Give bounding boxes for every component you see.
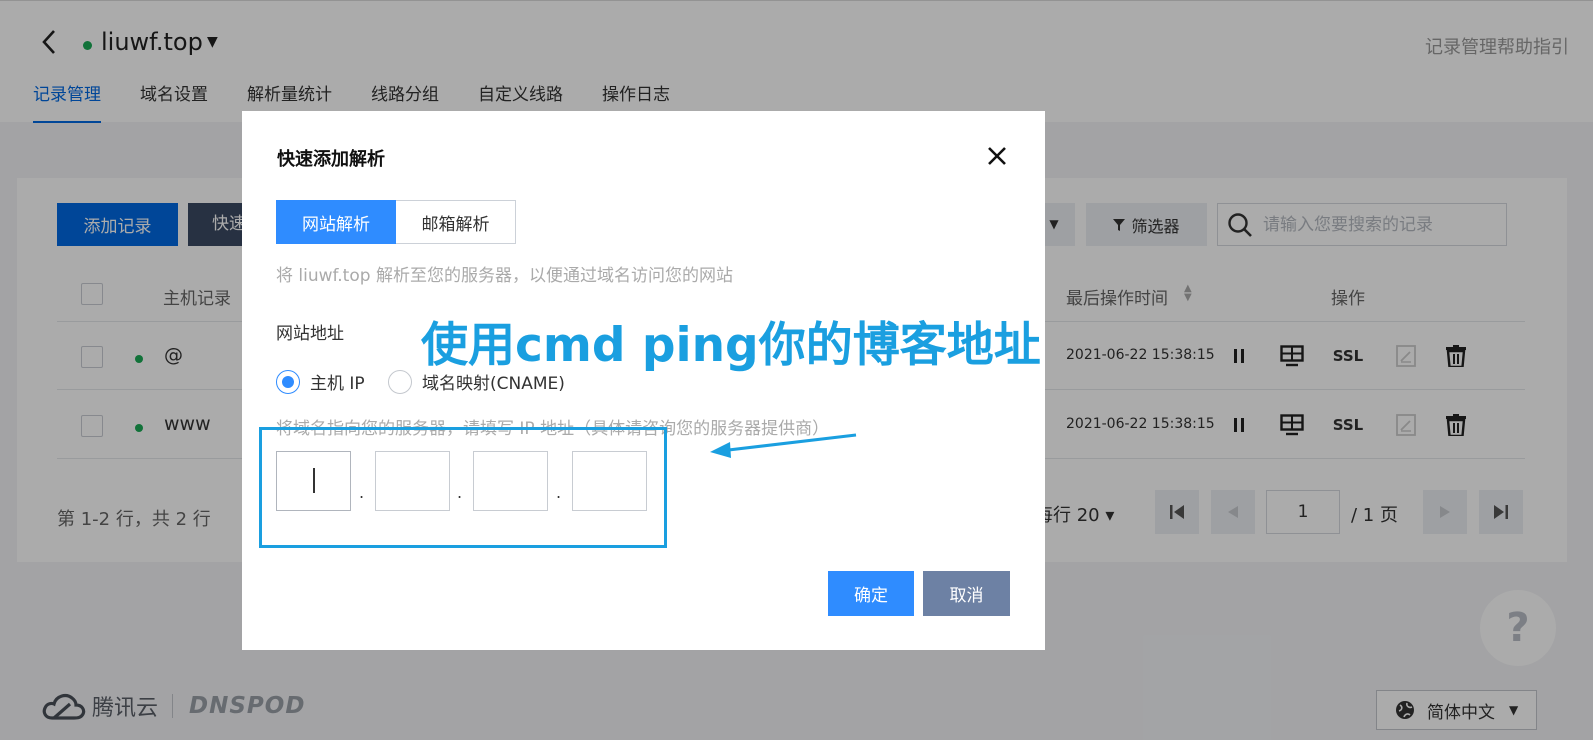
radio-label: 主机 IP [310, 374, 365, 394]
annotation-text: 使用cmd ping你的博客地址 [421, 318, 1041, 373]
tab-mail-resolution[interactable]: 邮箱解析 [396, 200, 516, 244]
dialog-title: 快速添加解析 [277, 149, 385, 170]
website-address-label: 网站地址 [276, 324, 344, 344]
dialog-description: 将 liuwf.top 解析至您的服务器，以便通过域名访问您的网站 [276, 266, 733, 286]
tab-website-resolution[interactable]: 网站解析 [276, 200, 396, 244]
annotation-highlight-box [259, 427, 667, 548]
radio-host-ip[interactable]: 主机 IP [276, 369, 365, 394]
radio-circle [388, 369, 412, 394]
radio-circle [276, 369, 300, 394]
quick-add-dialog: 快速添加解析 网站解析 邮箱解析 将 liuwf.top 解析至您的服务器，以便… [242, 111, 1045, 650]
resolution-type-tabs: 网站解析 邮箱解析 [276, 200, 516, 244]
close-icon[interactable] [986, 145, 1008, 167]
annotation-arrow-icon [710, 433, 857, 458]
cancel-button[interactable]: 取消 [923, 571, 1010, 616]
confirm-button[interactable]: 确定 [828, 571, 914, 616]
